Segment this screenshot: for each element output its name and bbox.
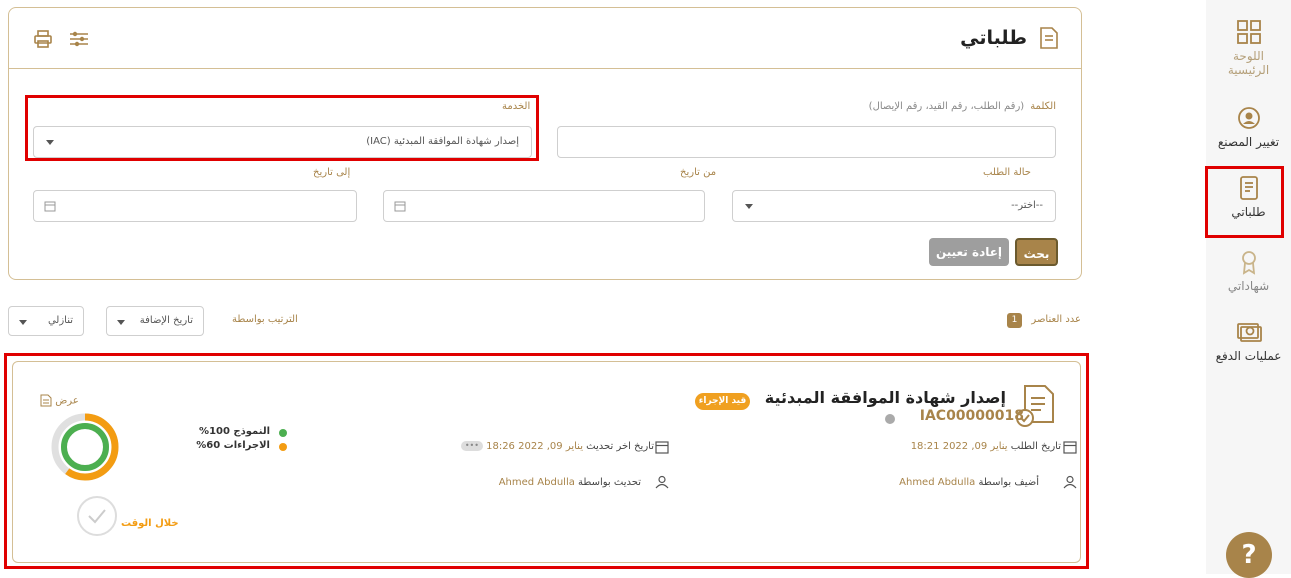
from-date-label: من تاريخ [680, 167, 717, 178]
keyword-label-text: الكلمة [1030, 101, 1056, 112]
sidebar-item-label: تغيير المصنع [1217, 135, 1280, 149]
keyword-label: الكلمة (رقم الطلب، رقم القيد، رقم الإيصال… [869, 101, 1056, 112]
search-button[interactable]: بحث [1015, 238, 1058, 266]
last-update-date: يناير 09, 2022 [518, 441, 583, 452]
sidebar-item-label: شهاداتي [1227, 279, 1270, 293]
chevron-down-icon [117, 320, 125, 325]
view-link[interactable]: عرض [40, 394, 79, 407]
procedures-progress-label: الاجراءات 60% [196, 440, 270, 451]
sort-field-select[interactable]: تاريخ الإضافة [106, 306, 204, 336]
sidebar-item-dashboard[interactable]: اللوحة الرئيسية [1206, 18, 1291, 77]
more-button[interactable]: ••• [460, 441, 483, 451]
request-title: إصدار شهادة الموافقة المبدئية [764, 388, 1006, 407]
from-date-input[interactable] [383, 190, 705, 222]
filter-settings-icon[interactable] [69, 30, 89, 48]
reset-button[interactable]: إعادة تعيين [929, 238, 1009, 266]
certificate-icon [1235, 248, 1263, 276]
status-select[interactable]: --اختر-- [732, 190, 1056, 222]
user-icon [655, 475, 669, 489]
sort-order-value: تنازلي [47, 315, 73, 326]
factory-switch-icon [1235, 104, 1263, 132]
last-update-time: 18:26 [486, 441, 515, 452]
added-by: Ahmed Abdulla [899, 477, 976, 488]
status-badge: قيد الإجراء [695, 393, 750, 410]
last-update-label: تاريخ اخر تحديث [586, 441, 654, 452]
page-title: طلباتي [960, 27, 1027, 49]
status-label: حالة الطلب [983, 167, 1031, 178]
request-date-label: تاريخ الطلب [1010, 441, 1061, 452]
form-progress-label: النموذج 100% [199, 426, 270, 437]
sidebar-item-change-factory[interactable]: تغيير المصنع [1206, 104, 1291, 149]
user-icon [1063, 475, 1077, 489]
item-count-label: عدد العناصر [1031, 314, 1081, 325]
procedures-legend-dot [279, 443, 287, 451]
updated-by-row: تحديث بواسطة Ahmed Abdulla [499, 477, 641, 488]
document-icon [1039, 26, 1059, 50]
calendar-icon [655, 440, 669, 454]
added-by-label: أضيف بواسطة [978, 477, 1040, 488]
progress-donut [51, 413, 119, 481]
updated-by: Ahmed Abdulla [498, 477, 575, 488]
to-date-input[interactable] [33, 190, 357, 222]
request-time: 18:21 [910, 441, 940, 452]
sidebar-item-payments[interactable]: عمليات الدفع [1206, 318, 1291, 363]
form-arc [61, 423, 109, 471]
sort-order-select[interactable]: تنازلي [8, 306, 84, 336]
sidebar-item-label: عمليات الدفع [1215, 349, 1282, 363]
form-legend-dot [279, 429, 287, 437]
service-highlight [25, 95, 539, 161]
status-dot [885, 414, 895, 424]
keyword-hint: (رقم الطلب، رقم القيد، رقم الإيصال) [868, 101, 1025, 112]
timeliness-label: خلال الوقت [121, 518, 179, 529]
view-label: عرض [55, 395, 79, 407]
request-card-highlight [4, 353, 1089, 569]
added-by-row: أضيف بواسطة Ahmed Abdulla [899, 477, 1039, 488]
print-icon[interactable] [34, 30, 52, 48]
dashboard-icon [1235, 18, 1263, 46]
on-time-check-icon [77, 496, 117, 536]
calendar-icon[interactable] [394, 200, 406, 212]
request-date: يناير 09, 2022 [942, 441, 1008, 452]
document-icon [40, 394, 52, 407]
sidebar-item-label: اللوحة الرئيسية [1227, 49, 1270, 77]
panel-header: طلباتي [9, 8, 1081, 69]
sort-field-value: تاريخ الإضافة [139, 315, 193, 326]
sidebar-item-certificates[interactable]: شهاداتي [1206, 248, 1291, 293]
status-value: --اختر-- [1011, 200, 1043, 211]
sidebar: اللوحة الرئيسية تغيير المصنع طلباتي شهاد… [1206, 0, 1291, 574]
to-date-label: إلى تاريخ [313, 167, 351, 178]
calendar-icon[interactable] [44, 200, 56, 212]
request-date-row: تاريخ الطلب يناير 09, 2022 18:21 [911, 441, 1061, 452]
sidebar-selection-highlight [1205, 166, 1284, 238]
chevron-down-icon [19, 320, 27, 325]
item-count-badge: 1 [1007, 313, 1022, 328]
chevron-down-icon [745, 204, 753, 209]
payment-icon [1235, 318, 1263, 346]
sort-by-label: الترتيب بواسطة [232, 314, 298, 325]
updated-by-label: تحديث بواسطة [578, 477, 641, 488]
calendar-icon [1063, 440, 1077, 454]
keyword-input[interactable] [557, 126, 1056, 158]
help-button[interactable]: ? [1226, 532, 1272, 578]
last-update-row: تاريخ اخر تحديث يناير 09, 2022 18:26 ••• [453, 441, 654, 452]
request-number[interactable]: IAC00000018 [920, 408, 1024, 424]
